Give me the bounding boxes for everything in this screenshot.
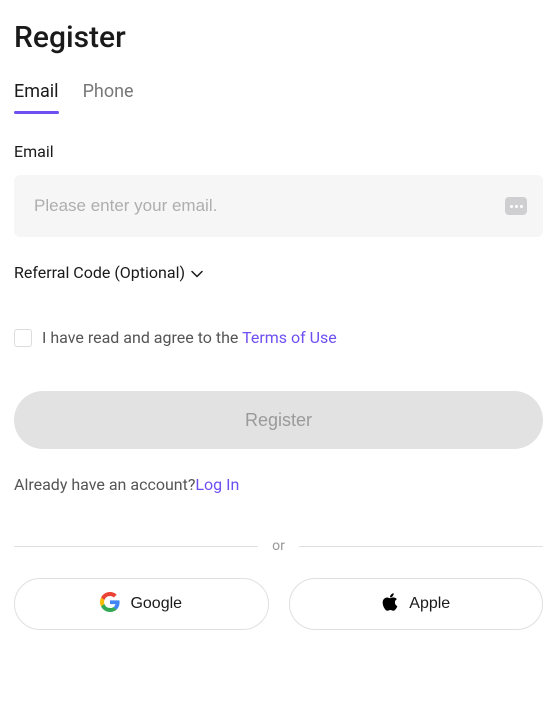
- google-button[interactable]: Google: [14, 578, 269, 630]
- tab-phone[interactable]: Phone: [83, 81, 134, 112]
- auth-tabs: Email Phone: [14, 81, 543, 112]
- divider-line-right: [299, 546, 543, 547]
- chevron-down-icon: [191, 263, 203, 282]
- divider-text: or: [258, 538, 299, 554]
- divider-line-left: [14, 546, 258, 547]
- google-icon: [100, 592, 120, 617]
- social-divider: or: [14, 538, 543, 554]
- login-prompt: Already have an account?: [14, 475, 195, 494]
- email-label: Email: [14, 142, 543, 161]
- referral-toggle[interactable]: Referral Code (Optional): [14, 263, 543, 282]
- terms-row: I have read and agree to the Terms of Us…: [14, 328, 543, 347]
- apple-icon: [381, 592, 399, 617]
- apple-button[interactable]: Apple: [289, 578, 544, 630]
- social-buttons: Google Apple: [14, 578, 543, 630]
- email-field[interactable]: [14, 175, 543, 237]
- login-prompt-row: Already have an account?Log In: [14, 475, 543, 494]
- apple-label: Apple: [409, 595, 450, 613]
- login-link[interactable]: Log In: [195, 475, 239, 494]
- terms-checkbox[interactable]: [14, 329, 32, 347]
- referral-label: Referral Code (Optional): [14, 263, 185, 282]
- password-manager-icon[interactable]: [505, 197, 527, 215]
- register-button[interactable]: Register: [14, 391, 543, 449]
- google-label: Google: [130, 595, 182, 613]
- email-input-wrap: [14, 175, 543, 237]
- terms-text: I have read and agree to the: [42, 328, 242, 347]
- terms-link[interactable]: Terms of Use: [242, 328, 337, 347]
- tab-email[interactable]: Email: [14, 81, 59, 112]
- page-title: Register: [14, 20, 543, 55]
